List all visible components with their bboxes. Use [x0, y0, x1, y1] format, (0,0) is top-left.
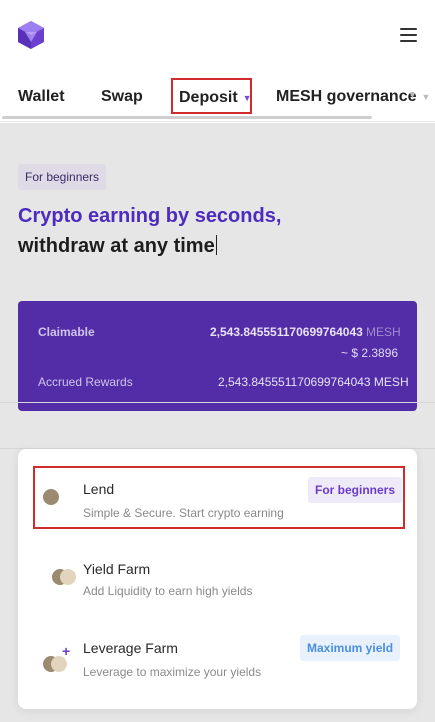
- text-cursor: [215, 235, 217, 255]
- plus-icon: +: [62, 643, 71, 659]
- deposit-dropdown-menu: Lend Simple & Secure. Start crypto earni…: [18, 449, 417, 709]
- menu-item-subtitle: Leverage to maximize your yields: [83, 665, 262, 679]
- menu-item-yield-farm[interactable]: Yield Farm Add Liquidity to earn high yi…: [18, 559, 417, 609]
- claimable-label: Claimable: [38, 325, 95, 339]
- tabs-scrollbar[interactable]: [2, 116, 372, 119]
- claimable-unit: MESH: [366, 325, 401, 339]
- accrued-rewards-value: 2,543.845551170699764043 MESH: [218, 375, 409, 389]
- hamburger-menu-icon[interactable]: [400, 28, 417, 42]
- tab-mesh-governance-label: MESH governance: [276, 88, 417, 105]
- menu-item-lend[interactable]: Lend Simple & Secure. Start crypto earni…: [33, 466, 405, 529]
- menu-item-title: Leverage Farm: [83, 640, 178, 656]
- maximum-yield-badge: Maximum yield: [300, 635, 401, 661]
- nav-tabs: Wallet Swap Deposit ▼ MESH governance ▼ ▼: [0, 72, 435, 122]
- menu-item-leverage-farm[interactable]: + Leverage Farm Leverage to maximize you…: [18, 635, 417, 685]
- tab-swap[interactable]: Swap: [101, 88, 143, 106]
- tab-deposit[interactable]: Deposit ▼: [171, 78, 252, 114]
- tab-wallet[interactable]: Wallet: [18, 88, 65, 106]
- menu-item-title: Lend: [83, 481, 115, 497]
- beginner-pill: For beginners: [18, 164, 107, 190]
- chevron-down-icon: ▼: [408, 90, 417, 100]
- tab-deposit-label: Deposit: [179, 89, 238, 106]
- top-bar: [0, 0, 435, 72]
- menu-item-subtitle: Add Liquidity to earn high yields: [83, 584, 253, 598]
- token-icon: [43, 489, 59, 505]
- rewards-card: Claimable 2,543.845551170699764043 MESH …: [18, 301, 417, 411]
- divider: [0, 402, 435, 403]
- claimable-value: 2,543.845551170699764043: [210, 325, 363, 339]
- token-icon: [60, 569, 76, 585]
- headline-line2: withdraw at any time: [18, 235, 217, 258]
- claimable-usd: ~ $ 2.3896: [341, 346, 399, 360]
- hexagon-logo-icon[interactable]: [17, 20, 45, 50]
- chevron-down-icon: ▼: [421, 91, 431, 102]
- headline-line1: Crypto earning by seconds,: [18, 205, 282, 227]
- chevron-down-icon: ▼: [242, 92, 252, 103]
- for-beginners-badge: For beginners: [308, 477, 403, 503]
- accrued-rewards-label: Accrued Rewards: [38, 375, 133, 389]
- menu-item-title: Yield Farm: [83, 561, 151, 577]
- headline-line2-text: withdraw at any time: [18, 235, 215, 257]
- menu-item-subtitle: Simple & Secure. Start crypto earning: [83, 506, 284, 520]
